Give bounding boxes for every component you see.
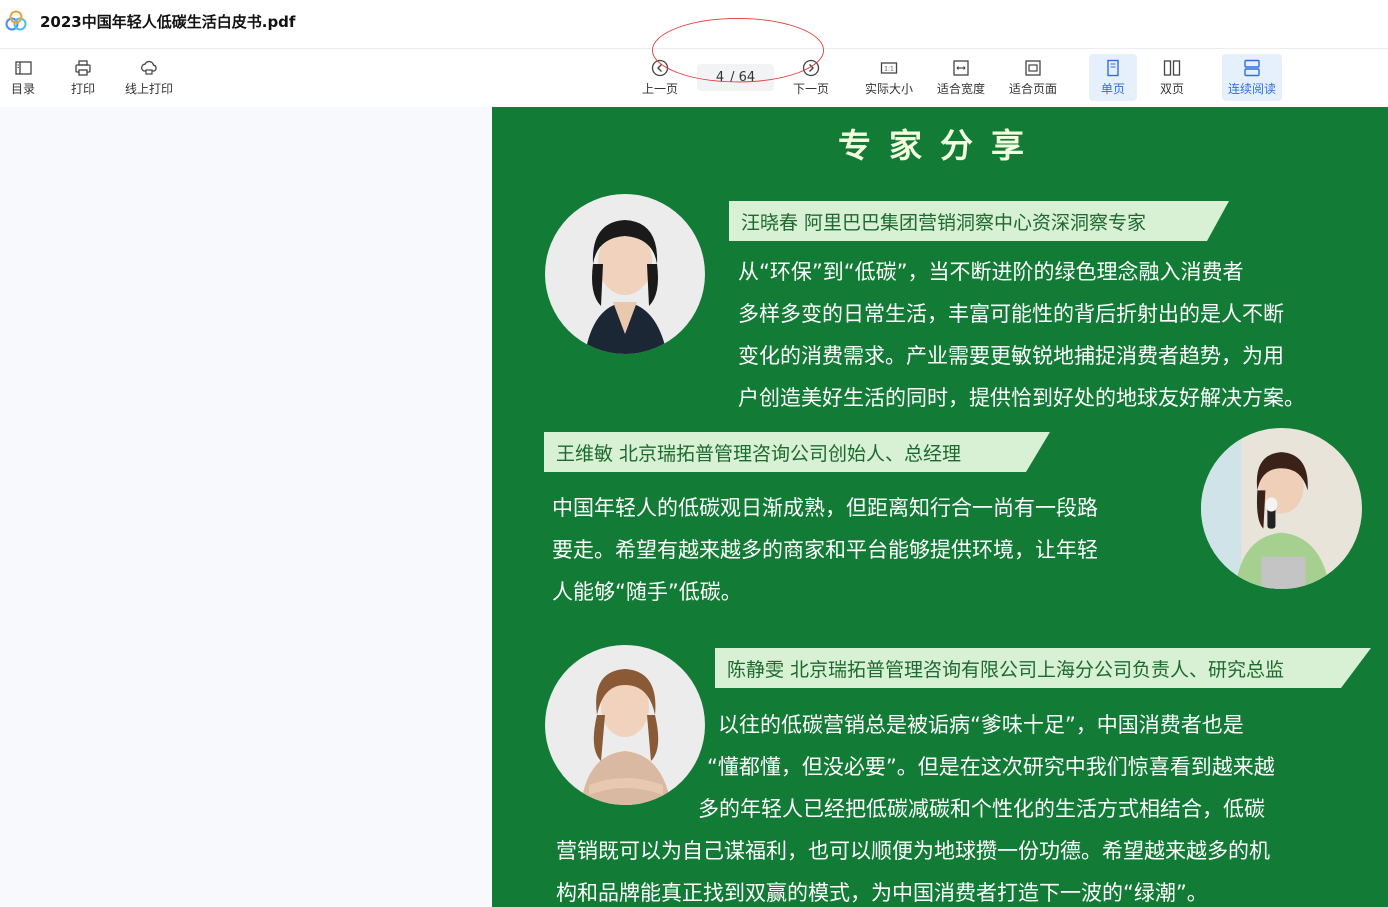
quote-line: 要走。希望有越来越多的商家和平台能够提供环境，让年轻 bbox=[552, 538, 1098, 562]
expert-1-photo bbox=[545, 194, 705, 354]
fit-width-button[interactable]: 适合宽度 bbox=[937, 58, 985, 97]
toc-button[interactable]: 目录 bbox=[11, 58, 35, 97]
fit-page-label: 适合页面 bbox=[1009, 82, 1058, 96]
svg-text:1:1: 1:1 bbox=[884, 66, 894, 73]
continuous-reading-icon bbox=[1244, 59, 1260, 77]
double-page-label: 双页 bbox=[1160, 82, 1185, 96]
toolbar: 目录 打印 线上打印 上一页 4 / 64 下一页 1:1 实际大小 适合宽度 … bbox=[0, 49, 1388, 107]
fit-page-icon bbox=[1025, 60, 1041, 76]
chevron-right-circle-icon bbox=[802, 59, 820, 77]
fit-page-button[interactable]: 适合页面 bbox=[1009, 58, 1057, 97]
sidebar-panel bbox=[0, 107, 492, 907]
quote-line: 构和品牌能真正找到双赢的模式，为中国消费者打造下一波的“绿潮”。 bbox=[556, 881, 1208, 905]
quote-line: 多的年轻人已经把低碳减碳和个性化的生活方式相结合，低碳 bbox=[698, 797, 1265, 821]
title-bar: 2023中国年轻人低碳生活白皮书.pdf bbox=[0, 0, 1388, 42]
expert-2-name-title: 王维敏 北京瑞拓普管理咨询公司创始人、总经理 bbox=[556, 442, 962, 465]
fit-width-icon bbox=[953, 60, 969, 76]
expert-1-name-banner: 汪晓春 阿里巴巴集团营销洞察中心资深洞察专家 bbox=[729, 201, 1229, 241]
cloud-print-icon bbox=[141, 60, 157, 75]
continuous-reading-button[interactable]: 连续阅读 bbox=[1222, 54, 1282, 101]
continuous-reading-label: 连续阅读 bbox=[1227, 82, 1276, 96]
expert-1-quote: 从“环保”到“低碳”，当不断进阶的绿色理念融入消费者 多样多变的日常生活，丰富可… bbox=[738, 251, 1305, 419]
quote-line: 营销既可以为自己谋福利，也可以顺便为地球攒一份功德。希望越来越多的机 bbox=[556, 839, 1270, 863]
current-page: 4 bbox=[715, 70, 725, 85]
single-page-button[interactable]: 单页 bbox=[1089, 54, 1137, 101]
actual-size-label: 实际大小 bbox=[865, 82, 914, 96]
quote-line: 多样多变的日常生活，丰富可能性的背后折射出的是人不断 bbox=[738, 302, 1284, 326]
expert-2-name-banner: 王维敏 北京瑞拓普管理咨询公司创始人、总经理 bbox=[544, 432, 1050, 472]
expert-2-quote: 中国年轻人的低碳观日渐成熟，但距离知行合一尚有一段路 要走。希望有越来越多的商家… bbox=[552, 487, 1098, 613]
document-title: 2023中国年轻人低碳生活白皮书.pdf bbox=[40, 13, 296, 31]
expert-2-photo bbox=[1201, 428, 1362, 589]
quote-line: 以往的低碳营销总是被诟病“爹味十足”，中国消费者也是 bbox=[718, 713, 1244, 737]
page-heading: 专家分享 bbox=[838, 126, 1042, 165]
fit-width-label: 适合宽度 bbox=[937, 82, 986, 96]
double-page-button[interactable]: 双页 bbox=[1160, 58, 1184, 97]
expert-3-quote: 以往的低碳营销总是被诟病“爹味十足”，中国消费者也是 “懂都懂，但没必要”。但是… bbox=[492, 704, 1388, 907]
app-logo-icon bbox=[5, 10, 27, 31]
print-button[interactable]: 打印 bbox=[71, 58, 95, 97]
print-label: 打印 bbox=[71, 82, 96, 96]
quote-line: “懂都懂，但没必要”。但是在这次研究中我们惊喜看到越来越 bbox=[707, 755, 1275, 779]
online-print-label: 线上打印 bbox=[125, 82, 174, 96]
pdf-page[interactable]: 专家分享 汪晓春 阿里巴巴集团营销洞察中心资深洞察专家 从“环保”到“低碳”，当… bbox=[492, 107, 1388, 907]
next-page-label: 下一页 bbox=[793, 82, 830, 96]
total-pages: / 64 bbox=[730, 70, 756, 85]
quote-line: 中国年轻人的低碳观日渐成熟，但距离知行合一尚有一段路 bbox=[552, 496, 1098, 520]
page-number-input[interactable]: 4 / 64 bbox=[697, 64, 774, 91]
next-page-button[interactable]: 下一页 bbox=[793, 58, 829, 97]
quote-line: 变化的消费需求。产业需要更敏锐地捕捉消费者趋势，为用 bbox=[738, 344, 1284, 368]
quote-line: 人能够“随手”低碳。 bbox=[552, 580, 742, 604]
quote-line: 从“环保”到“低碳”，当不断进阶的绿色理念融入消费者 bbox=[738, 260, 1244, 284]
toc-label: 目录 bbox=[11, 82, 36, 96]
printer-icon bbox=[75, 60, 91, 76]
prev-page-button[interactable]: 上一页 bbox=[642, 58, 678, 97]
online-print-button[interactable]: 线上打印 bbox=[125, 58, 173, 97]
quote-line: 户创造美好生活的同时，提供恰到好处的地球友好解决方案。 bbox=[738, 386, 1305, 410]
expert-1-name-title: 汪晓春 阿里巴巴集团营销洞察中心资深洞察专家 bbox=[741, 211, 1147, 234]
toc-icon bbox=[15, 61, 32, 75]
actual-size-button[interactable]: 1:1 实际大小 bbox=[865, 58, 913, 97]
expert-3-name-title: 陈静雯 北京瑞拓普管理咨询有限公司上海分公司负责人、研究总监 bbox=[727, 658, 1285, 681]
prev-page-label: 上一页 bbox=[642, 82, 679, 96]
chevron-left-circle-icon bbox=[651, 59, 669, 77]
single-page-icon bbox=[1107, 59, 1119, 77]
expert-3-name-banner: 陈静雯 北京瑞拓普管理咨询有限公司上海分公司负责人、研究总监 bbox=[715, 648, 1371, 688]
single-page-label: 单页 bbox=[1100, 82, 1125, 96]
actual-size-icon: 1:1 bbox=[880, 62, 898, 74]
double-page-icon bbox=[1163, 60, 1181, 76]
